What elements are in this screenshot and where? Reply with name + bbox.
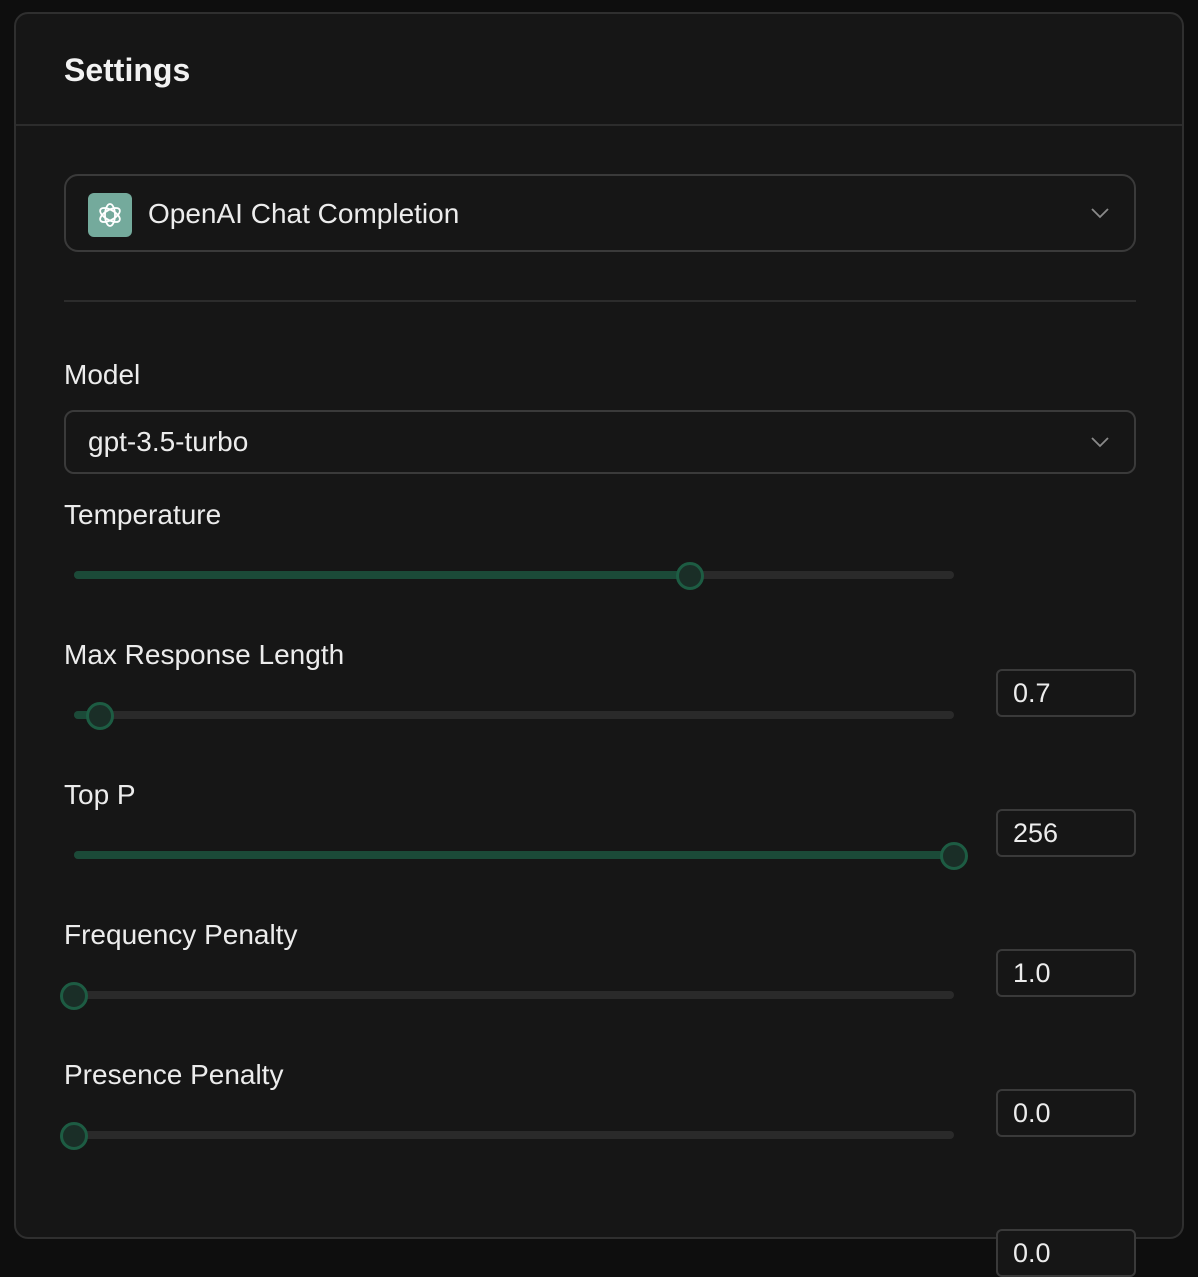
presence-penalty-label: Presence Penalty	[64, 1059, 284, 1090]
slider-thumb[interactable]	[940, 842, 968, 870]
max-response-length-slider[interactable]	[74, 701, 954, 730]
slider-thumb[interactable]	[86, 702, 115, 730]
frequency-penalty-label: Frequency Penalty	[64, 919, 298, 950]
max-response-length-value-input[interactable]	[996, 809, 1136, 857]
presence-penalty-value-input[interactable]	[996, 1229, 1136, 1277]
panel-title: Settings	[64, 52, 191, 88]
temperature-label: Temperature	[64, 499, 222, 530]
temperature-value-input[interactable]	[996, 669, 1136, 717]
slider-thumb[interactable]	[676, 562, 704, 590]
slider-thumb[interactable]	[60, 1122, 88, 1150]
model-value: gpt-3.5-turbo	[88, 426, 249, 457]
temperature-slider[interactable]	[74, 561, 954, 590]
slider-fill	[74, 571, 690, 579]
provider-label: OpenAI Chat Completion	[148, 198, 460, 229]
panel-header: Settings	[16, 14, 1182, 126]
max-response-length-label: Max Response Length	[64, 639, 345, 670]
slider-track	[74, 991, 954, 999]
slider-fill	[74, 851, 954, 859]
top-p-value-input[interactable]	[996, 949, 1136, 997]
chevron-down-icon	[1091, 208, 1109, 219]
chevron-down-icon	[1091, 437, 1109, 448]
provider-select[interactable]: OpenAI Chat Completion	[64, 174, 1136, 252]
frequency-penalty-value-input[interactable]	[996, 1089, 1136, 1137]
frequency-penalty-slider[interactable]	[60, 981, 954, 1010]
slider-thumb[interactable]	[60, 982, 88, 1010]
top-p-label: Top P	[64, 779, 136, 810]
openai-logo-icon	[88, 193, 132, 237]
section-divider	[64, 300, 1136, 302]
slider-track	[74, 1131, 954, 1139]
presence-penalty-slider[interactable]	[60, 1121, 954, 1150]
settings-panel: Settings OpenAI Chat Completion Model gp…	[14, 12, 1184, 1277]
slider-track	[74, 711, 954, 719]
model-label: Model	[64, 359, 141, 390]
top-p-slider[interactable]	[74, 841, 968, 870]
model-select[interactable]: gpt-3.5-turbo	[64, 410, 1136, 474]
